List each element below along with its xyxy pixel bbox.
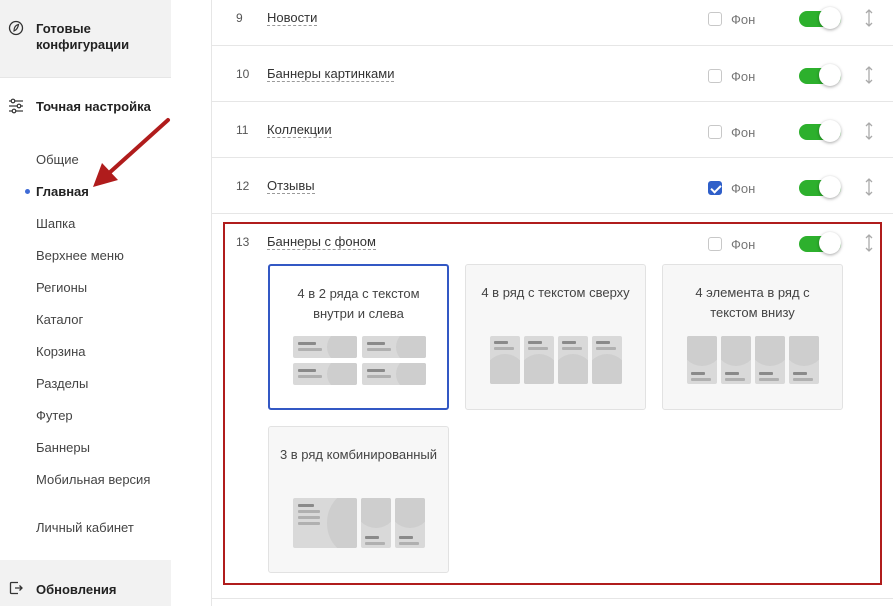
layout-thumb-tile <box>721 336 751 384</box>
bg-label: Фон <box>731 12 756 27</box>
update-icon <box>9 581 23 595</box>
row-number: 11 <box>236 123 249 137</box>
sidebar-item-main[interactable]: Главная <box>36 184 156 200</box>
row-number: 9 <box>236 11 243 25</box>
updates-section[interactable]: Обновления <box>0 560 171 606</box>
layout-option-label: 3 в ряд комбинированный <box>279 447 438 462</box>
layout-thumb-tile <box>687 336 717 384</box>
bg-label: Фон <box>731 69 756 84</box>
leaf-icon <box>8 20 24 36</box>
layout-thumb-tile <box>362 336 426 358</box>
layout-thumb-tile <box>293 336 357 358</box>
fine-tuning-title: Точная настройка <box>36 99 151 114</box>
layout-option-3-combined[interactable]: 3 в ряд комбинированный <box>268 426 449 573</box>
row-name-link[interactable]: Отзывы <box>267 178 315 194</box>
layout-thumb-tile <box>395 498 425 548</box>
layout-option-label: 4 элемента в ряд с текстом внизу <box>695 285 810 320</box>
block-row-image-banners: 10 Баннеры картинками Фон <box>212 46 893 102</box>
layout-option-4x2-text-inside-left[interactable]: 4 в 2 ряда с текстом внутри и слева <box>268 264 449 410</box>
bg-checkbox[interactable] <box>708 69 722 83</box>
ready-configs-section[interactable]: Готовые конфигурации <box>0 0 171 78</box>
sliders-icon <box>9 98 23 114</box>
bg-checkbox[interactable] <box>708 12 722 26</box>
enable-toggle[interactable] <box>799 120 843 142</box>
layout-option-label: 4 в ряд с текстом сверху <box>481 285 630 300</box>
layout-thumb-tile <box>293 363 357 385</box>
layout-thumb-tile <box>592 336 622 384</box>
row-name-link[interactable]: Коллекции <box>267 122 332 138</box>
enable-toggle[interactable] <box>799 176 843 198</box>
sidebar-item-cart[interactable]: Корзина <box>36 344 156 360</box>
sidebar-item-mobile[interactable]: Мобильная версия <box>36 472 156 488</box>
enable-toggle[interactable] <box>799 64 843 86</box>
sidebar: Готовые конфигурации Точная настройка Об… <box>0 0 171 606</box>
bg-checkbox[interactable] <box>708 181 722 195</box>
block-row-reviews: 12 Отзывы Фон <box>212 158 893 214</box>
layout-thumb-tile <box>361 498 391 548</box>
layout-thumb-tile <box>789 336 819 384</box>
sidebar-item-regions[interactable]: Регионы <box>36 280 156 296</box>
ready-configs-title: Готовые конфигурации <box>36 21 130 52</box>
updates-title: Обновления <box>36 582 117 597</box>
layout-option-label: 4 в 2 ряда с текстом внутри и слева <box>297 286 420 321</box>
drag-handle-icon[interactable] <box>864 121 874 141</box>
bg-label: Фон <box>731 125 756 140</box>
sidebar-item-general[interactable]: Общие <box>36 152 156 168</box>
drag-handle-icon[interactable] <box>864 177 874 197</box>
enable-toggle[interactable] <box>799 7 843 29</box>
layout-thumb-tile <box>755 336 785 384</box>
sidebar-item-footer[interactable]: Футер <box>36 408 156 424</box>
layout-option-4-elements-text-bottom[interactable]: 4 элемента в ряд с текстом внизу <box>662 264 843 410</box>
sidebar-item-top-menu[interactable]: Верхнее меню <box>36 248 156 264</box>
bg-checkbox[interactable] <box>708 125 722 139</box>
layout-option-4-in-row-text-top[interactable]: 4 в ряд с текстом сверху <box>465 264 646 410</box>
bg-label: Фон <box>731 181 756 196</box>
sidebar-item-account[interactable]: Личный кабинет <box>36 520 156 536</box>
layout-thumb-tile <box>362 363 426 385</box>
sidebar-item-header[interactable]: Шапка <box>36 216 156 232</box>
row-number: 10 <box>236 67 250 81</box>
sidebar-item-catalog[interactable]: Каталог <box>36 312 156 328</box>
drag-handle-icon[interactable] <box>864 8 874 28</box>
sidebar-item-sections[interactable]: Разделы <box>36 376 156 392</box>
block-row-news: 9 Новости Фон <box>212 0 893 46</box>
active-indicator-dot <box>25 189 30 194</box>
sidebar-item-banners[interactable]: Баннеры <box>36 440 156 456</box>
layout-thumb-tile <box>293 498 357 548</box>
row-number: 12 <box>236 179 250 193</box>
row-name-link[interactable]: Новости <box>267 10 318 26</box>
layout-thumb-tile <box>558 336 588 384</box>
drag-handle-icon[interactable] <box>864 65 874 85</box>
layout-thumb-tile <box>524 336 554 384</box>
row-name-link[interactable]: Баннеры картинками <box>267 66 395 82</box>
layout-thumb-tile <box>490 336 520 384</box>
block-row-collections: 11 Коллекции Фон <box>212 102 893 158</box>
